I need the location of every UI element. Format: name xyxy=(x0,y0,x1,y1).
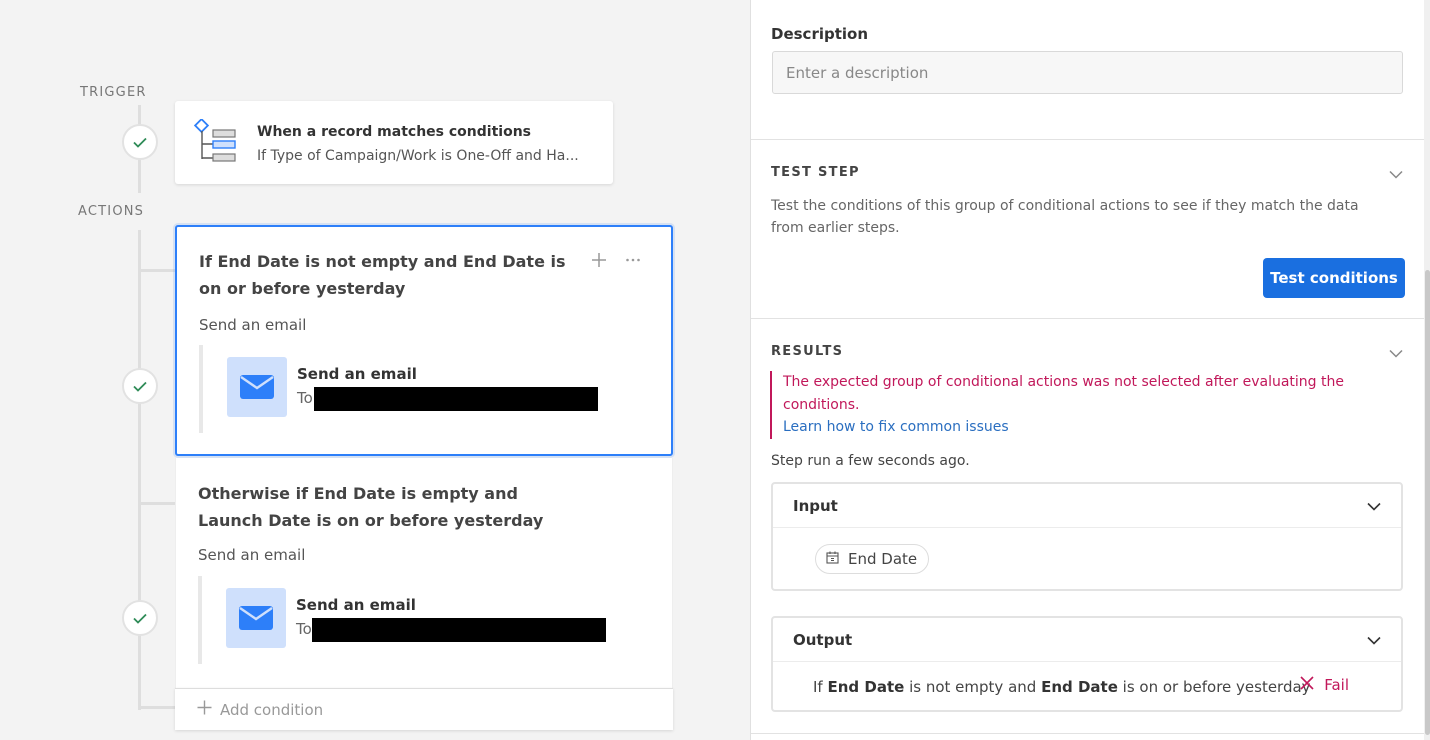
scrollbar-thumb[interactable] xyxy=(1425,270,1430,735)
output-box: Output If End Date is not empty and End … xyxy=(771,616,1403,712)
output-row-field: End Date xyxy=(827,678,905,696)
output-header[interactable]: Output xyxy=(773,618,1401,662)
condition-subtitle: Send an email xyxy=(198,546,306,564)
workflow-canvas: TRIGGER ACTIONS When a record matches co… xyxy=(0,0,750,740)
step-config-panel: Description TEST STEP Test the condition… xyxy=(750,0,1425,740)
error-alert: The expected group of conditional action… xyxy=(770,371,1390,439)
email-recipient-label: To xyxy=(297,389,313,407)
results-section: RESULTS The expected group of conditiona… xyxy=(751,319,1425,734)
plus-icon xyxy=(197,700,212,719)
more-options-icon[interactable] xyxy=(625,249,641,273)
condition-title: Otherwise if End Date is empty and Launc… xyxy=(198,484,544,530)
email-recipient-label: To xyxy=(296,620,312,638)
redacted-recipient xyxy=(312,618,606,642)
trigger-title: When a record matches conditions xyxy=(257,124,531,140)
output-condition-row: If End Date is not empty and End Date is… xyxy=(813,678,1311,696)
description-label: Description xyxy=(771,25,869,43)
description-section: Description xyxy=(751,0,1425,140)
record-conditions-icon xyxy=(193,117,241,171)
fail-status: Fail xyxy=(1300,676,1349,694)
test-step-description: Test the conditions of this group of con… xyxy=(771,198,1359,236)
field-pill: End Date xyxy=(815,544,930,574)
add-condition-button[interactable]: Add condition xyxy=(175,688,673,730)
trigger-card[interactable]: When a record matches conditions If Type… xyxy=(175,101,613,184)
output-row-field: End Date xyxy=(1041,678,1118,696)
email-icon xyxy=(226,588,286,648)
chevron-down-icon[interactable] xyxy=(1367,496,1381,515)
condition-actions xyxy=(591,249,641,273)
input-title: Input xyxy=(793,497,838,515)
chevron-down-icon[interactable] xyxy=(1389,164,1403,183)
condition-card-2[interactable]: Otherwise if End Date is empty and Launc… xyxy=(175,458,673,688)
email-action[interactable]: Send an email To xyxy=(199,345,649,433)
connector-line xyxy=(138,230,141,710)
connector-line xyxy=(138,502,176,505)
condition-1-check-icon xyxy=(122,368,158,404)
panel-scrollbar[interactable] xyxy=(1424,0,1430,740)
fail-label: Fail xyxy=(1324,676,1349,694)
add-icon[interactable] xyxy=(591,249,607,273)
email-action-title: Send an email xyxy=(296,596,416,614)
email-icon xyxy=(227,357,287,417)
output-title: Output xyxy=(793,631,853,649)
email-action-title: Send an email xyxy=(297,365,417,383)
condition-title: If End Date is not empty and End Date is… xyxy=(199,252,566,298)
trigger-subtitle: If Type of Campaign/Work is One-Off and … xyxy=(257,148,579,164)
error-message: The expected group of conditional action… xyxy=(783,374,1344,413)
help-link[interactable]: Learn how to fix common issues xyxy=(783,416,1390,439)
redacted-recipient xyxy=(314,387,598,411)
add-condition-label: Add condition xyxy=(220,700,324,719)
field-pill-label: End Date xyxy=(848,550,918,568)
output-row-text: is not empty and xyxy=(909,678,1037,696)
connector-line xyxy=(138,269,176,272)
chevron-down-icon[interactable] xyxy=(1389,343,1403,362)
output-row-prefix: If xyxy=(813,678,823,696)
results-heading: RESULTS xyxy=(771,344,844,359)
close-icon xyxy=(1300,676,1314,694)
description-input[interactable] xyxy=(772,51,1403,94)
trigger-label: TRIGGER xyxy=(80,85,147,100)
trigger-check-icon xyxy=(122,124,158,160)
calendar-icon xyxy=(826,550,839,568)
condition-card-1[interactable]: If End Date is not empty and End Date is… xyxy=(175,225,673,456)
test-step-section: TEST STEP Test the conditions of this gr… xyxy=(751,140,1425,319)
connector-line xyxy=(138,706,176,709)
actions-label: ACTIONS xyxy=(78,204,145,219)
run-status: Step run a few seconds ago. xyxy=(771,453,970,469)
output-row-text: is on or before yesterday xyxy=(1122,678,1311,696)
test-conditions-button[interactable]: Test conditions xyxy=(1263,258,1405,298)
input-box: Input End Date xyxy=(771,482,1403,591)
condition-2-check-icon xyxy=(122,600,158,636)
email-action[interactable]: Send an email To xyxy=(198,576,648,664)
chevron-down-icon[interactable] xyxy=(1367,630,1381,649)
test-step-heading: TEST STEP xyxy=(771,165,860,180)
condition-subtitle: Send an email xyxy=(199,316,307,334)
input-header[interactable]: Input xyxy=(773,484,1401,528)
